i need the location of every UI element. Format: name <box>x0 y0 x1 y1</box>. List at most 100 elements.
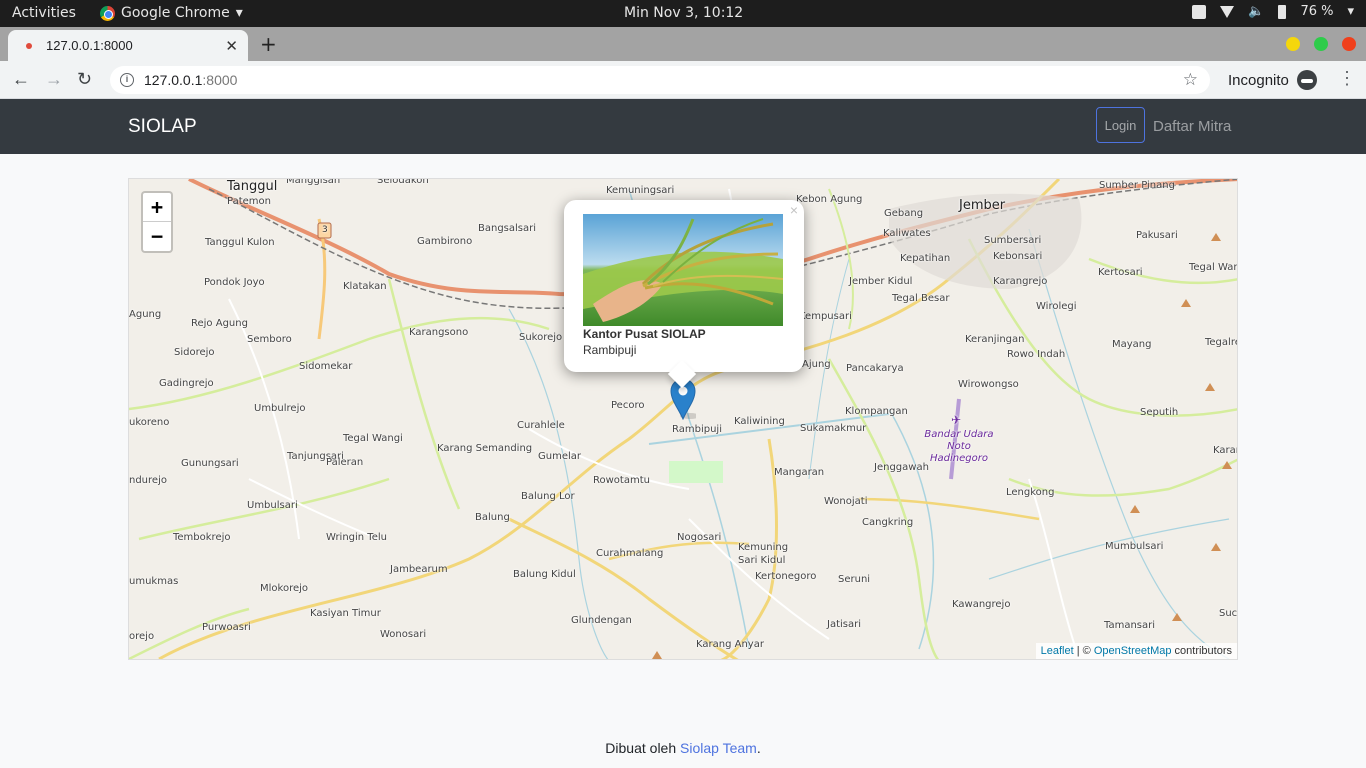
place-label: Lengkong <box>1006 487 1055 498</box>
place-label: ukoreno <box>129 417 170 428</box>
place-label: Bangsalsari <box>478 223 537 234</box>
daftar-mitra-link[interactable]: Daftar Mitra <box>1153 118 1231 135</box>
place-label: Paleran <box>326 457 364 468</box>
place-label: Tamansari <box>1104 620 1156 631</box>
place-label: Kebonsari <box>993 251 1043 262</box>
place-label: Jambearum <box>390 564 448 575</box>
place-label: Mayang <box>1112 339 1152 350</box>
place-label: Semboro <box>247 334 292 345</box>
browser-menu-icon[interactable]: ⋮ <box>1338 68 1356 89</box>
close-tab-icon[interactable]: ✕ <box>225 37 238 55</box>
place-label: Rambipuji <box>672 424 722 435</box>
browser-toolbar: ← → ↻ i 127.0.0.1:8000 ☆ Incognito ⋮ <box>0 61 1366 99</box>
place-label: Klatakan <box>343 281 387 292</box>
place-label: Karang Semanding <box>437 443 533 454</box>
openstreetmap-link[interactable]: OpenStreetMap <box>1094 645 1172 657</box>
url-host: 127.0.0.1 <box>144 72 203 88</box>
address-bar[interactable]: i 127.0.0.1:8000 ☆ <box>110 66 1210 94</box>
popup-title: Kantor Pusat SIOLAP <box>583 327 706 341</box>
place-label: Mangaran <box>774 467 825 478</box>
place-label: Sidorejo <box>174 347 215 358</box>
place-label: Balung Kidul <box>513 569 576 580</box>
zoom-in-button[interactable]: + <box>143 193 171 222</box>
place-label: Sumber Pinang <box>1099 180 1175 191</box>
place-label: Balung <box>475 512 510 523</box>
forward-arrow-icon[interactable]: → <box>45 69 63 90</box>
bookmark-star-icon[interactable]: ☆ <box>1183 70 1198 90</box>
footer-prefix: Dibuat oleh <box>605 740 681 756</box>
place-label: Karar <box>1213 445 1238 456</box>
login-button[interactable]: Login <box>1096 107 1145 143</box>
clock[interactable]: Min Nov 3, 10:12 <box>624 5 743 21</box>
app-name: Google Chrome <box>121 5 230 21</box>
place-label: Mlokorejo <box>260 583 309 594</box>
place-label: Manggisan <box>286 178 341 186</box>
system-tray[interactable]: 🔈 76 % ▾ <box>1192 4 1354 19</box>
place-label: Curahlele <box>517 420 565 431</box>
place-label: orejo <box>129 631 155 642</box>
place-label: Karang Anyar <box>696 639 764 650</box>
place-label: Pondok Joyo <box>204 277 265 288</box>
place-label: Wringin Telu <box>326 532 387 543</box>
place-label: Tembokrejo <box>173 532 231 543</box>
siolap-team-link[interactable]: Siolap Team <box>680 740 757 756</box>
window-controls <box>1286 37 1356 51</box>
place-label: Kasiyan Timur <box>310 608 381 619</box>
activities-button[interactable]: Activities <box>12 5 76 21</box>
place-label: Keranjingan <box>965 334 1025 345</box>
app-menu[interactable]: Google Chrome ▾ <box>100 5 243 21</box>
place-label: Gumelar <box>538 451 581 462</box>
place-label: Jember Kidul <box>849 276 913 287</box>
place-label: Pakusari <box>1136 230 1178 241</box>
info-icon[interactable]: i <box>120 73 134 87</box>
place-label: Kemuning Sari Kidul <box>738 542 789 566</box>
close-window-button[interactable] <box>1342 37 1356 51</box>
close-popup-icon[interactable]: × <box>790 202 798 218</box>
site-brand[interactable]: SIOLAP <box>128 116 197 138</box>
maximize-button[interactable] <box>1314 37 1328 51</box>
road-shield-label: 3 <box>322 225 328 235</box>
airport-label: Bandar Udara Noto Hadinegoro <box>924 429 994 464</box>
place-label: Wonosari <box>380 629 427 640</box>
place-label: Kertosari <box>1098 267 1143 278</box>
place-label: Jenggawah <box>874 462 929 473</box>
notes-icon <box>1192 4 1207 19</box>
place-label: Kepatihan <box>900 253 951 264</box>
place-label: Kawangrejo <box>952 599 1011 610</box>
place-label: Wonojati <box>824 496 868 507</box>
incognito-indicator[interactable]: Incognito <box>1228 70 1317 90</box>
place-label: Karangsono <box>409 327 469 338</box>
place-label: Sidomekar <box>299 361 353 372</box>
place-label: Karangrejo <box>993 276 1048 287</box>
place-label: Gunungsari <box>181 458 239 469</box>
place-label: Kebon Agung <box>796 194 863 205</box>
wifi-icon <box>1220 5 1235 18</box>
place-label: Gebang <box>884 208 924 219</box>
place-label: Suc <box>1219 608 1238 619</box>
place-label: Wirowongso <box>958 379 1019 390</box>
place-label: umukmas <box>129 576 179 587</box>
minimize-button[interactable] <box>1286 37 1300 51</box>
place-label: Tegal War <box>1189 262 1238 273</box>
place-label: Curahmalang <box>596 548 664 559</box>
place-label: Klompangan <box>845 406 908 417</box>
place-label: Rowotamtu <box>593 475 650 486</box>
place-label: Jember <box>959 198 1006 213</box>
leaflet-link[interactable]: Leaflet <box>1041 645 1074 657</box>
volume-icon: 🔈 <box>1248 4 1265 19</box>
battery-icon <box>1278 4 1287 19</box>
browser-tab[interactable]: 127.0.0.1:8000 ✕ <box>8 30 248 61</box>
map-container[interactable]: 3 Tanggul Manggisan Selodakon Patemon Ta… <box>128 178 1238 660</box>
incognito-icon <box>1296 70 1317 90</box>
new-tab-button[interactable]: + <box>260 32 277 56</box>
place-label: Kaliwining <box>734 416 785 427</box>
chrome-icon <box>100 5 115 21</box>
incognito-label: Incognito <box>1228 71 1289 89</box>
reload-icon[interactable]: ↻ <box>77 69 92 90</box>
place-label: Tanggul <box>227 179 278 194</box>
zoom-out-button[interactable]: − <box>143 222 171 251</box>
place-label: Kaliwates <box>883 228 931 239</box>
airport-icon: ✈ <box>951 413 962 427</box>
back-arrow-icon[interactable]: ← <box>12 69 30 90</box>
place-label: Kemuningsari <box>606 185 675 196</box>
